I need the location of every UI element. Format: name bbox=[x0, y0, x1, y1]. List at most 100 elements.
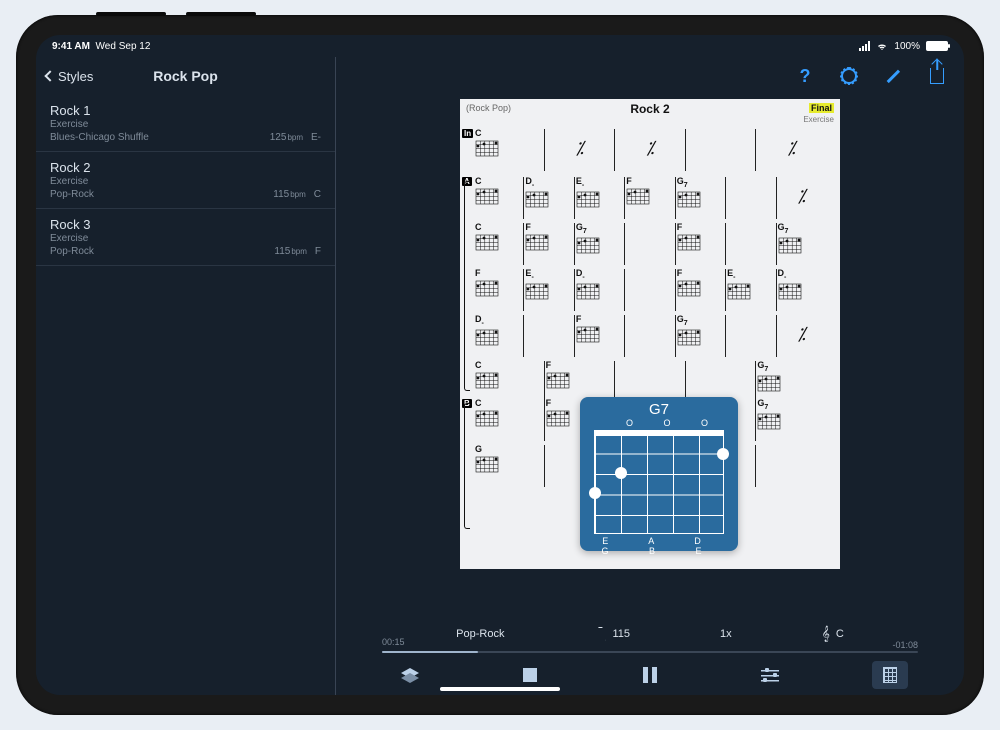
player-speed[interactable]: 1x bbox=[720, 628, 732, 640]
list-item[interactable]: Rock 1 Exercise Blues-Chicago Shuffle 12… bbox=[36, 95, 335, 152]
player-key[interactable]: 𝄞C bbox=[822, 625, 844, 642]
back-button[interactable]: Styles bbox=[46, 69, 93, 84]
score-cell[interactable] bbox=[625, 315, 675, 357]
score-cell[interactable] bbox=[726, 223, 776, 265]
score-cell[interactable]: G7 bbox=[676, 315, 726, 357]
chord-popup[interactable]: G7 O O O E A D G B E bbox=[580, 397, 738, 551]
chord-grid bbox=[594, 430, 724, 534]
score-cell[interactable] bbox=[625, 269, 675, 311]
home-indicator[interactable] bbox=[440, 687, 560, 691]
layers-button[interactable] bbox=[392, 661, 428, 689]
layers-icon bbox=[401, 668, 419, 682]
song-list[interactable]: Rock 1 Exercise Blues-Chicago Shuffle 12… bbox=[36, 95, 335, 695]
score-cell[interactable]: E- bbox=[726, 269, 776, 311]
score-cell[interactable]: G7 bbox=[777, 223, 826, 265]
score-cell[interactable]: F bbox=[676, 269, 726, 311]
score-cell[interactable]: ⁒ bbox=[545, 129, 616, 171]
list-item[interactable]: Rock 2 Exercise Pop-Rock 115bpm C bbox=[36, 152, 335, 209]
chord-string-labels: E A D G B E bbox=[592, 536, 730, 556]
ipad-frame: 9:41 AM Wed Sep 12 100% Styles Rock Pop bbox=[16, 15, 984, 715]
score-cell[interactable]: C bbox=[474, 129, 545, 171]
help-button[interactable]: ? bbox=[794, 65, 816, 87]
score-line: D- F G7 ⁒ bbox=[474, 315, 826, 357]
item-meta: 125bpm E- bbox=[270, 132, 321, 143]
diagram-button[interactable] bbox=[872, 661, 908, 689]
settings-button[interactable] bbox=[838, 65, 860, 87]
chord-name: G7 bbox=[588, 401, 730, 418]
share-icon bbox=[930, 68, 944, 84]
player-info: Pop-Rock 115 1x 𝄞C bbox=[350, 625, 950, 642]
score-cell[interactable]: F bbox=[524, 223, 574, 265]
section-in: In bbox=[462, 129, 473, 138]
score-subtype: Exercise bbox=[803, 115, 834, 124]
score-cell[interactable] bbox=[686, 129, 757, 171]
score-cell[interactable]: F bbox=[625, 177, 675, 219]
brace-a bbox=[464, 181, 470, 391]
status-left: 9:41 AM Wed Sep 12 bbox=[52, 41, 150, 52]
score-cell[interactable]: D- bbox=[575, 269, 625, 311]
item-meta: 115bpm C bbox=[273, 189, 321, 200]
score-cell[interactable]: E- bbox=[575, 177, 625, 219]
score-cell[interactable]: ⁒ bbox=[615, 129, 686, 171]
score-cell[interactable]: F bbox=[474, 269, 524, 311]
score-cell[interactable]: ⁒ bbox=[756, 129, 826, 171]
score-cell[interactable] bbox=[726, 315, 776, 357]
score-title: Rock 2 bbox=[460, 102, 840, 116]
score-cell[interactable]: G bbox=[474, 445, 545, 487]
score-cell[interactable]: ⁒ bbox=[777, 315, 826, 357]
player-controls bbox=[350, 661, 950, 689]
score-cell[interactable]: C bbox=[474, 223, 524, 265]
score-cell[interactable]: C bbox=[474, 177, 524, 219]
main: ? (Rock Pop) Final Rock 2 Exercise bbox=[336, 57, 964, 695]
time-elapsed: 00:15 bbox=[382, 637, 405, 647]
edit-button[interactable] bbox=[882, 65, 904, 87]
sidebar: Styles Rock Pop Rock 1 Exercise Blues-Ch… bbox=[36, 57, 336, 695]
time-remaining: -01:08 bbox=[892, 640, 918, 650]
score-cell[interactable]: F bbox=[676, 223, 726, 265]
player: Pop-Rock 115 1x 𝄞C 00:15 -01:08 bbox=[336, 621, 964, 695]
score-cell[interactable]: D- bbox=[474, 315, 524, 357]
player-style[interactable]: Pop-Rock bbox=[456, 628, 504, 640]
pause-button[interactable] bbox=[632, 661, 668, 689]
diagram-icon bbox=[883, 667, 897, 683]
score-cell[interactable] bbox=[524, 315, 574, 357]
score-cell[interactable] bbox=[625, 223, 675, 265]
item-sub1: Exercise bbox=[50, 119, 321, 131]
stop-icon bbox=[523, 668, 537, 682]
cell-signal-icon bbox=[859, 41, 870, 51]
item-title: Rock 2 bbox=[50, 160, 321, 175]
score-line: C D- E- F G7 ⁒ bbox=[474, 177, 826, 219]
status-bar: 9:41 AM Wed Sep 12 100% bbox=[36, 35, 964, 57]
battery-icon bbox=[926, 41, 948, 51]
score-cell[interactable]: G7 bbox=[756, 361, 826, 403]
score-cell[interactable]: E- bbox=[524, 269, 574, 311]
toolbar: ? bbox=[336, 57, 964, 95]
score-cell[interactable]: C bbox=[474, 361, 545, 403]
progress-bar[interactable]: 00:15 -01:08 bbox=[382, 646, 918, 657]
score-cell[interactable]: C bbox=[474, 399, 545, 441]
score-cell[interactable]: F bbox=[575, 315, 625, 357]
stop-button[interactable] bbox=[512, 661, 548, 689]
share-button[interactable] bbox=[926, 65, 948, 87]
player-tempo[interactable]: 115 bbox=[594, 627, 630, 641]
score-cell[interactable]: G7 bbox=[575, 223, 625, 265]
score-cell[interactable]: G7 bbox=[756, 399, 826, 441]
score-stage[interactable]: (Rock Pop) Final Rock 2 Exercise In A B bbox=[336, 95, 964, 621]
item-sub1: Exercise bbox=[50, 176, 321, 188]
list-item[interactable]: Rock 3 Exercise Pop-Rock 115bpm F bbox=[36, 209, 335, 266]
score-cell[interactable]: ⁒ bbox=[777, 177, 826, 219]
score-cell[interactable] bbox=[756, 445, 826, 487]
status-right: 100% bbox=[859, 40, 948, 52]
score-line: C F G7 F G7 bbox=[474, 223, 826, 265]
score-cell[interactable]: D- bbox=[777, 269, 826, 311]
score-cell[interactable] bbox=[726, 177, 776, 219]
wifi-icon bbox=[876, 40, 888, 52]
screen: 9:41 AM Wed Sep 12 100% Styles Rock Pop bbox=[36, 35, 964, 695]
score-cell[interactable]: G7 bbox=[676, 177, 726, 219]
score-sheet[interactable]: (Rock Pop) Final Rock 2 Exercise In A B bbox=[460, 99, 840, 569]
score-cell[interactable]: D- bbox=[524, 177, 574, 219]
status-time: 9:41 AM bbox=[52, 41, 90, 52]
app: Styles Rock Pop Rock 1 Exercise Blues-Ch… bbox=[36, 57, 964, 695]
mixer-button[interactable] bbox=[752, 661, 788, 689]
gear-icon bbox=[841, 68, 857, 84]
